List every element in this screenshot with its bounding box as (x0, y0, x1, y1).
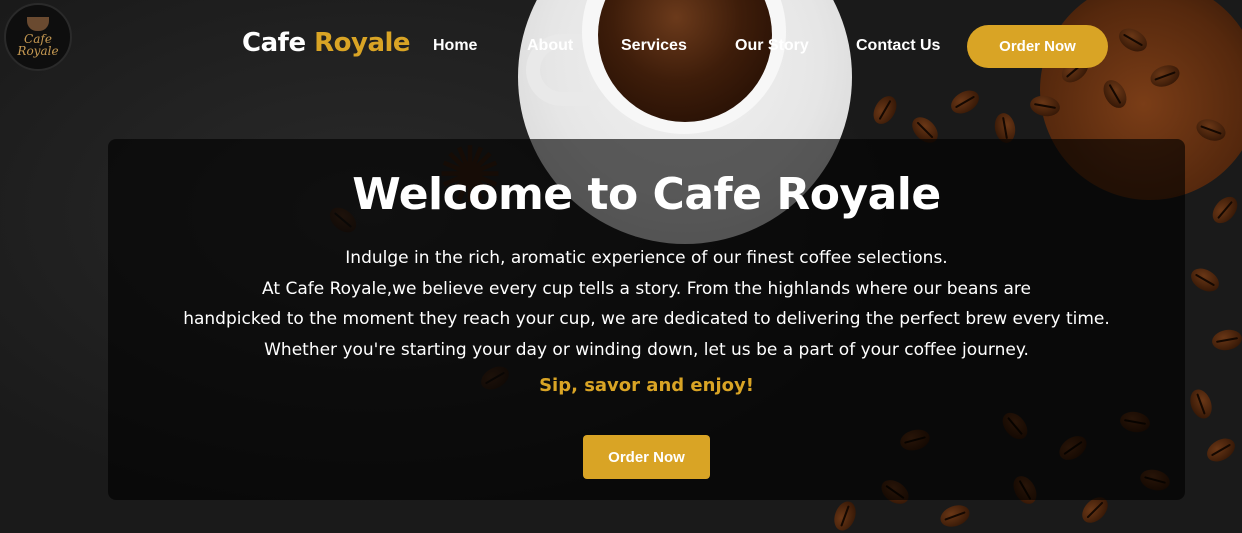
coffee-bean (1187, 263, 1223, 297)
hero-description-line: Indulge in the rich, aromatic experience… (345, 248, 948, 268)
site-logo[interactable]: Cafe Royale (4, 3, 72, 71)
coffee-bean (937, 501, 973, 531)
coffee-bean (1203, 433, 1239, 467)
hero-description-line: At Cafe Royale,we believe every cup tell… (262, 278, 1031, 299)
nav-link-contact-us[interactable]: Contact Us (856, 37, 940, 55)
logo-text-line2: Royale (17, 44, 59, 58)
coffee-bean (830, 498, 860, 533)
hero-order-now-button[interactable]: Order Now (583, 435, 710, 479)
coffee-bean (1207, 192, 1242, 228)
brand-name-part2: Royale (314, 28, 411, 58)
nav-link-our-story[interactable]: Our Story (735, 37, 809, 55)
brand-name-part1: Cafe (242, 28, 315, 58)
hero-description-line: Whether you're starting your day or wind… (264, 339, 1029, 360)
coffee-bean (1210, 327, 1242, 353)
coffee-bean (868, 92, 902, 128)
logo-cup-icon (27, 17, 49, 31)
nav-link-home[interactable]: Home (433, 37, 477, 55)
coffee-bean (947, 85, 983, 119)
nav-order-now-button[interactable]: Order Now (967, 25, 1108, 68)
brand-name[interactable]: Cafe Royale (242, 28, 411, 58)
hero-description-line: handpicked to the moment they reach your… (183, 309, 1110, 329)
hero-description: Indulge in the rich, aromatic experience… (108, 243, 1185, 365)
hero-title: Welcome to Cafe Royale (352, 169, 941, 220)
nav-link-about[interactable]: About (527, 37, 573, 55)
nav-link-services[interactable]: Services (621, 37, 687, 55)
hero-panel: Welcome to Cafe Royale Indulge in the ri… (108, 139, 1185, 500)
hero-tagline: Sip, savor and enjoy! (539, 375, 754, 396)
coffee-bean (1186, 386, 1216, 422)
